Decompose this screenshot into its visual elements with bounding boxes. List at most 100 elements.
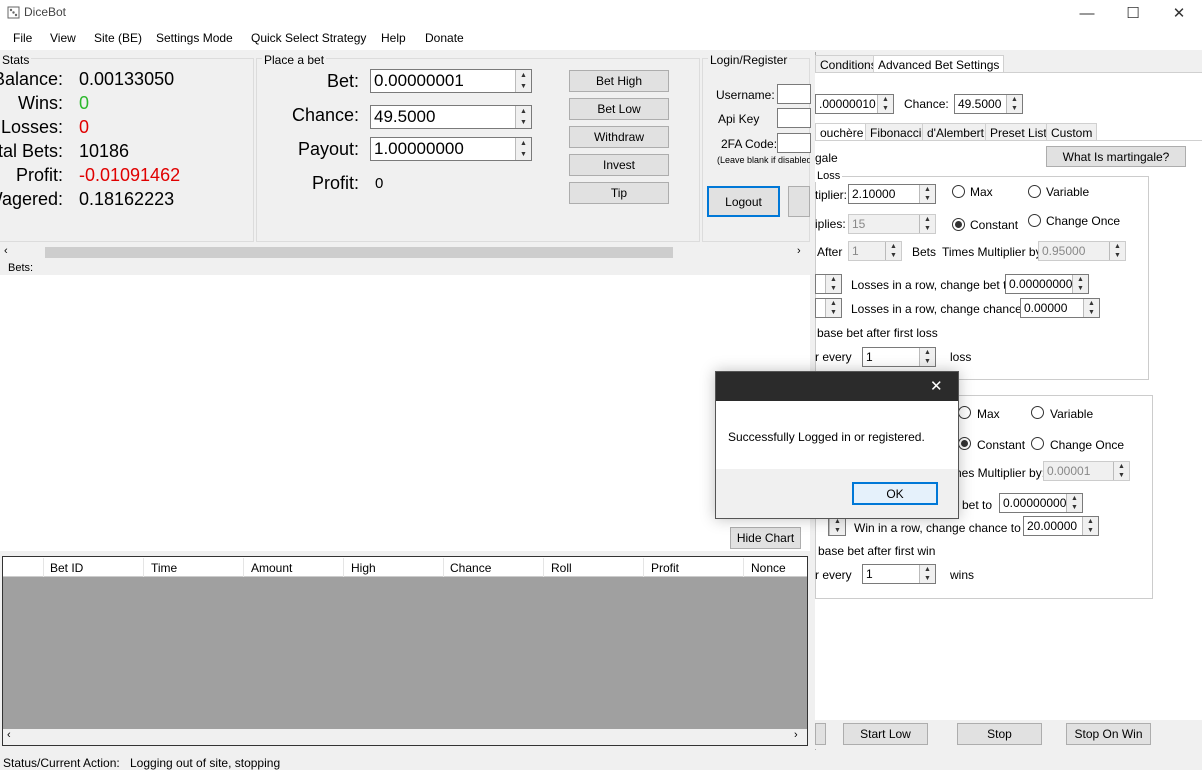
losses-row-chance-count-input[interactable]: ▲ ▼ <box>815 298 842 318</box>
right-chance-spinner[interactable]: ▲ ▼ <box>1006 95 1022 113</box>
menu-view[interactable]: View <box>50 31 76 45</box>
column-time[interactable]: Time <box>151 561 177 575</box>
after-spinner[interactable]: ▲ ▼ <box>885 242 901 260</box>
losses-row-chance-input[interactable]: 0.00000 ▲ ▼ <box>1020 298 1100 318</box>
column-chance[interactable]: Chance <box>450 561 491 575</box>
payout-spinner[interactable]: ▲ ▼ <box>515 138 531 160</box>
twofa-input[interactable] <box>777 133 811 153</box>
win-times-multiplier-input[interactable]: 0.00001 ▲ ▼ <box>1043 461 1130 481</box>
table-scroll-right-icon[interactable]: › <box>794 729 798 741</box>
scroll-thumb[interactable] <box>45 247 673 258</box>
multiplier-spinner[interactable]: ▲ ▼ <box>919 185 935 203</box>
dialog-ok-button[interactable]: OK <box>852 482 938 505</box>
menu-settings-mode[interactable]: Settings Mode <box>156 31 233 45</box>
loss-variable-label: Variable <box>1046 185 1090 199</box>
after-input[interactable]: 1 ▲ ▼ <box>848 241 902 261</box>
chance-input[interactable]: 49.5000 ▲ ▼ <box>370 105 532 129</box>
after-label: After <box>817 245 843 259</box>
top-horizontal-scrollbar[interactable]: ‹ › <box>0 244 810 261</box>
what-is-martingale-button[interactable]: What Is martingale? <box>1046 146 1186 167</box>
start-low-button[interactable]: Start Low <box>843 723 928 745</box>
chance-spinner[interactable]: ▲ ▼ <box>515 106 531 128</box>
bet-amount-input[interactable]: 0.00000001 ▲ ▼ <box>370 69 532 93</box>
tab-fibonacci[interactable]: Fibonacci <box>865 123 927 141</box>
multiplies-input[interactable]: 15 ▲ ▼ <box>848 214 936 234</box>
dialog-close-icon[interactable]: ✕ <box>930 377 943 395</box>
menu-donate[interactable]: Donate <box>425 31 464 45</box>
bet-low-button[interactable]: Bet Low <box>569 98 669 120</box>
losses-row-bet-input[interactable]: 0.00000000 ▲ ▼ <box>1005 274 1089 294</box>
scroll-right-icon[interactable]: › <box>797 245 801 257</box>
losses-row-count-spinner[interactable]: ▲ ▼ <box>825 275 841 293</box>
column-profit[interactable]: Profit <box>651 561 679 575</box>
username-input[interactable] <box>777 84 811 104</box>
payout-input[interactable]: 1.00000000 ▲ ▼ <box>370 137 532 161</box>
loss-constant-radio[interactable] <box>952 218 965 231</box>
right-chance-label: Chance: <box>904 97 949 111</box>
invest-button[interactable]: Invest <box>569 154 669 176</box>
column-bet-id[interactable]: Bet ID <box>50 561 83 575</box>
win-constant-radio[interactable] <box>958 437 971 450</box>
column-roll[interactable]: Roll <box>551 561 572 575</box>
tab-labouchere[interactable]: ouchère <box>815 123 869 141</box>
base-bet-input[interactable]: .00000010 ▲ ▼ <box>815 94 894 114</box>
win-bet-spinner[interactable]: ▲ ▼ <box>1066 494 1082 512</box>
win-variable-radio[interactable] <box>1031 406 1044 419</box>
win-bet-input[interactable]: 0.00000000 ▲ ▼ <box>999 493 1083 513</box>
losses-row-bet-spinner[interactable]: ▲ ▼ <box>1072 275 1088 293</box>
menu-file[interactable]: File <box>13 31 32 45</box>
column-amount[interactable]: Amount <box>251 561 292 575</box>
loss-change-once-radio[interactable] <box>1028 214 1041 227</box>
close-icon[interactable]: ✕ <box>1156 0 1202 26</box>
hide-chart-button[interactable]: Hide Chart <box>730 527 801 549</box>
tab-custom[interactable]: Custom <box>1046 123 1098 141</box>
wins-row-chance-count-spinner[interactable]: ▲ ▼ <box>829 517 845 535</box>
base-bet-spinner[interactable]: ▲ ▼ <box>877 95 893 113</box>
table-horizontal-scrollbar[interactable]: ‹ › <box>3 729 807 745</box>
maximize-icon[interactable]: ☐ <box>1110 0 1156 26</box>
logout-button[interactable]: Logout <box>707 186 780 217</box>
stop-on-win-button[interactable]: Stop On Win <box>1066 723 1151 745</box>
losses-row-chance-label: Losses in a row, change chance to <box>851 302 1036 316</box>
column-high[interactable]: High <box>351 561 376 575</box>
table-scroll-left-icon[interactable]: ‹ <box>7 729 11 741</box>
times-multiplier-input[interactable]: 0.95000 ▲ ▼ <box>1038 241 1126 261</box>
win-chance-spinner[interactable]: ▲ ▼ <box>1082 517 1098 535</box>
login-extra-button[interactable] <box>788 186 810 217</box>
loss-variable-radio[interactable] <box>1028 185 1041 198</box>
tip-button[interactable]: Tip <box>569 182 669 204</box>
minimize-icon[interactable]: — <box>1064 0 1110 26</box>
win-change-once-radio[interactable] <box>1031 437 1044 450</box>
tab-preset-list[interactable]: Preset List <box>985 123 1052 141</box>
every-loss-input[interactable]: 1 ▲ ▼ <box>862 347 936 367</box>
scroll-left-icon[interactable]: ‹ <box>4 245 8 257</box>
loss-max-radio[interactable] <box>952 185 965 198</box>
multiplies-spinner[interactable]: ▲ ▼ <box>919 215 935 233</box>
tab-dalembert[interactable]: d'Alembert <box>922 123 989 141</box>
win-chance-input[interactable]: 20.00000 ▲ ▼ <box>1023 516 1099 536</box>
every-win-spinner[interactable]: ▲ ▼ <box>919 565 935 583</box>
tab-conditions[interactable]: Conditions <box>815 55 882 73</box>
losses-row-chance-count-spinner[interactable]: ▲ ▼ <box>825 299 841 317</box>
bet-high-button[interactable]: Bet High <box>569 70 669 92</box>
losses-row-count-input[interactable]: ▲ ▼ <box>815 274 842 294</box>
menu-site[interactable]: Site (BE) <box>94 31 142 45</box>
withdraw-button[interactable]: Withdraw <box>569 126 669 148</box>
column-nonce[interactable]: Nonce <box>751 561 786 575</box>
stop-button[interactable]: Stop <box>957 723 1042 745</box>
every-loss-spinner[interactable]: ▲ ▼ <box>919 348 935 366</box>
win-times-multiplier-spinner[interactable]: ▲ ▼ <box>1113 462 1129 480</box>
menu-help[interactable]: Help <box>381 31 406 45</box>
times-multiplier-spinner[interactable]: ▲ ▼ <box>1109 242 1125 260</box>
left-partial-button[interactable] <box>815 723 826 745</box>
losses-row-chance-spinner[interactable]: ▲ ▼ <box>1083 299 1099 317</box>
apikey-input[interactable] <box>777 108 811 128</box>
multiplier-input[interactable]: 2.10000 ▲ ▼ <box>848 184 936 204</box>
right-chance-input[interactable]: 49.5000 ▲ ▼ <box>954 94 1023 114</box>
win-max-radio[interactable] <box>958 406 971 419</box>
menu-quick-select-strategy[interactable]: Quick Select Strategy <box>251 31 366 45</box>
bet-amount-spinner[interactable]: ▲ ▼ <box>515 70 531 92</box>
tab-advanced-bet-settings[interactable]: Advanced Bet Settings <box>873 55 1005 73</box>
wins-row-chance-count-input[interactable]: ▲ ▼ <box>828 516 846 536</box>
every-win-input[interactable]: 1 ▲ ▼ <box>862 564 936 584</box>
